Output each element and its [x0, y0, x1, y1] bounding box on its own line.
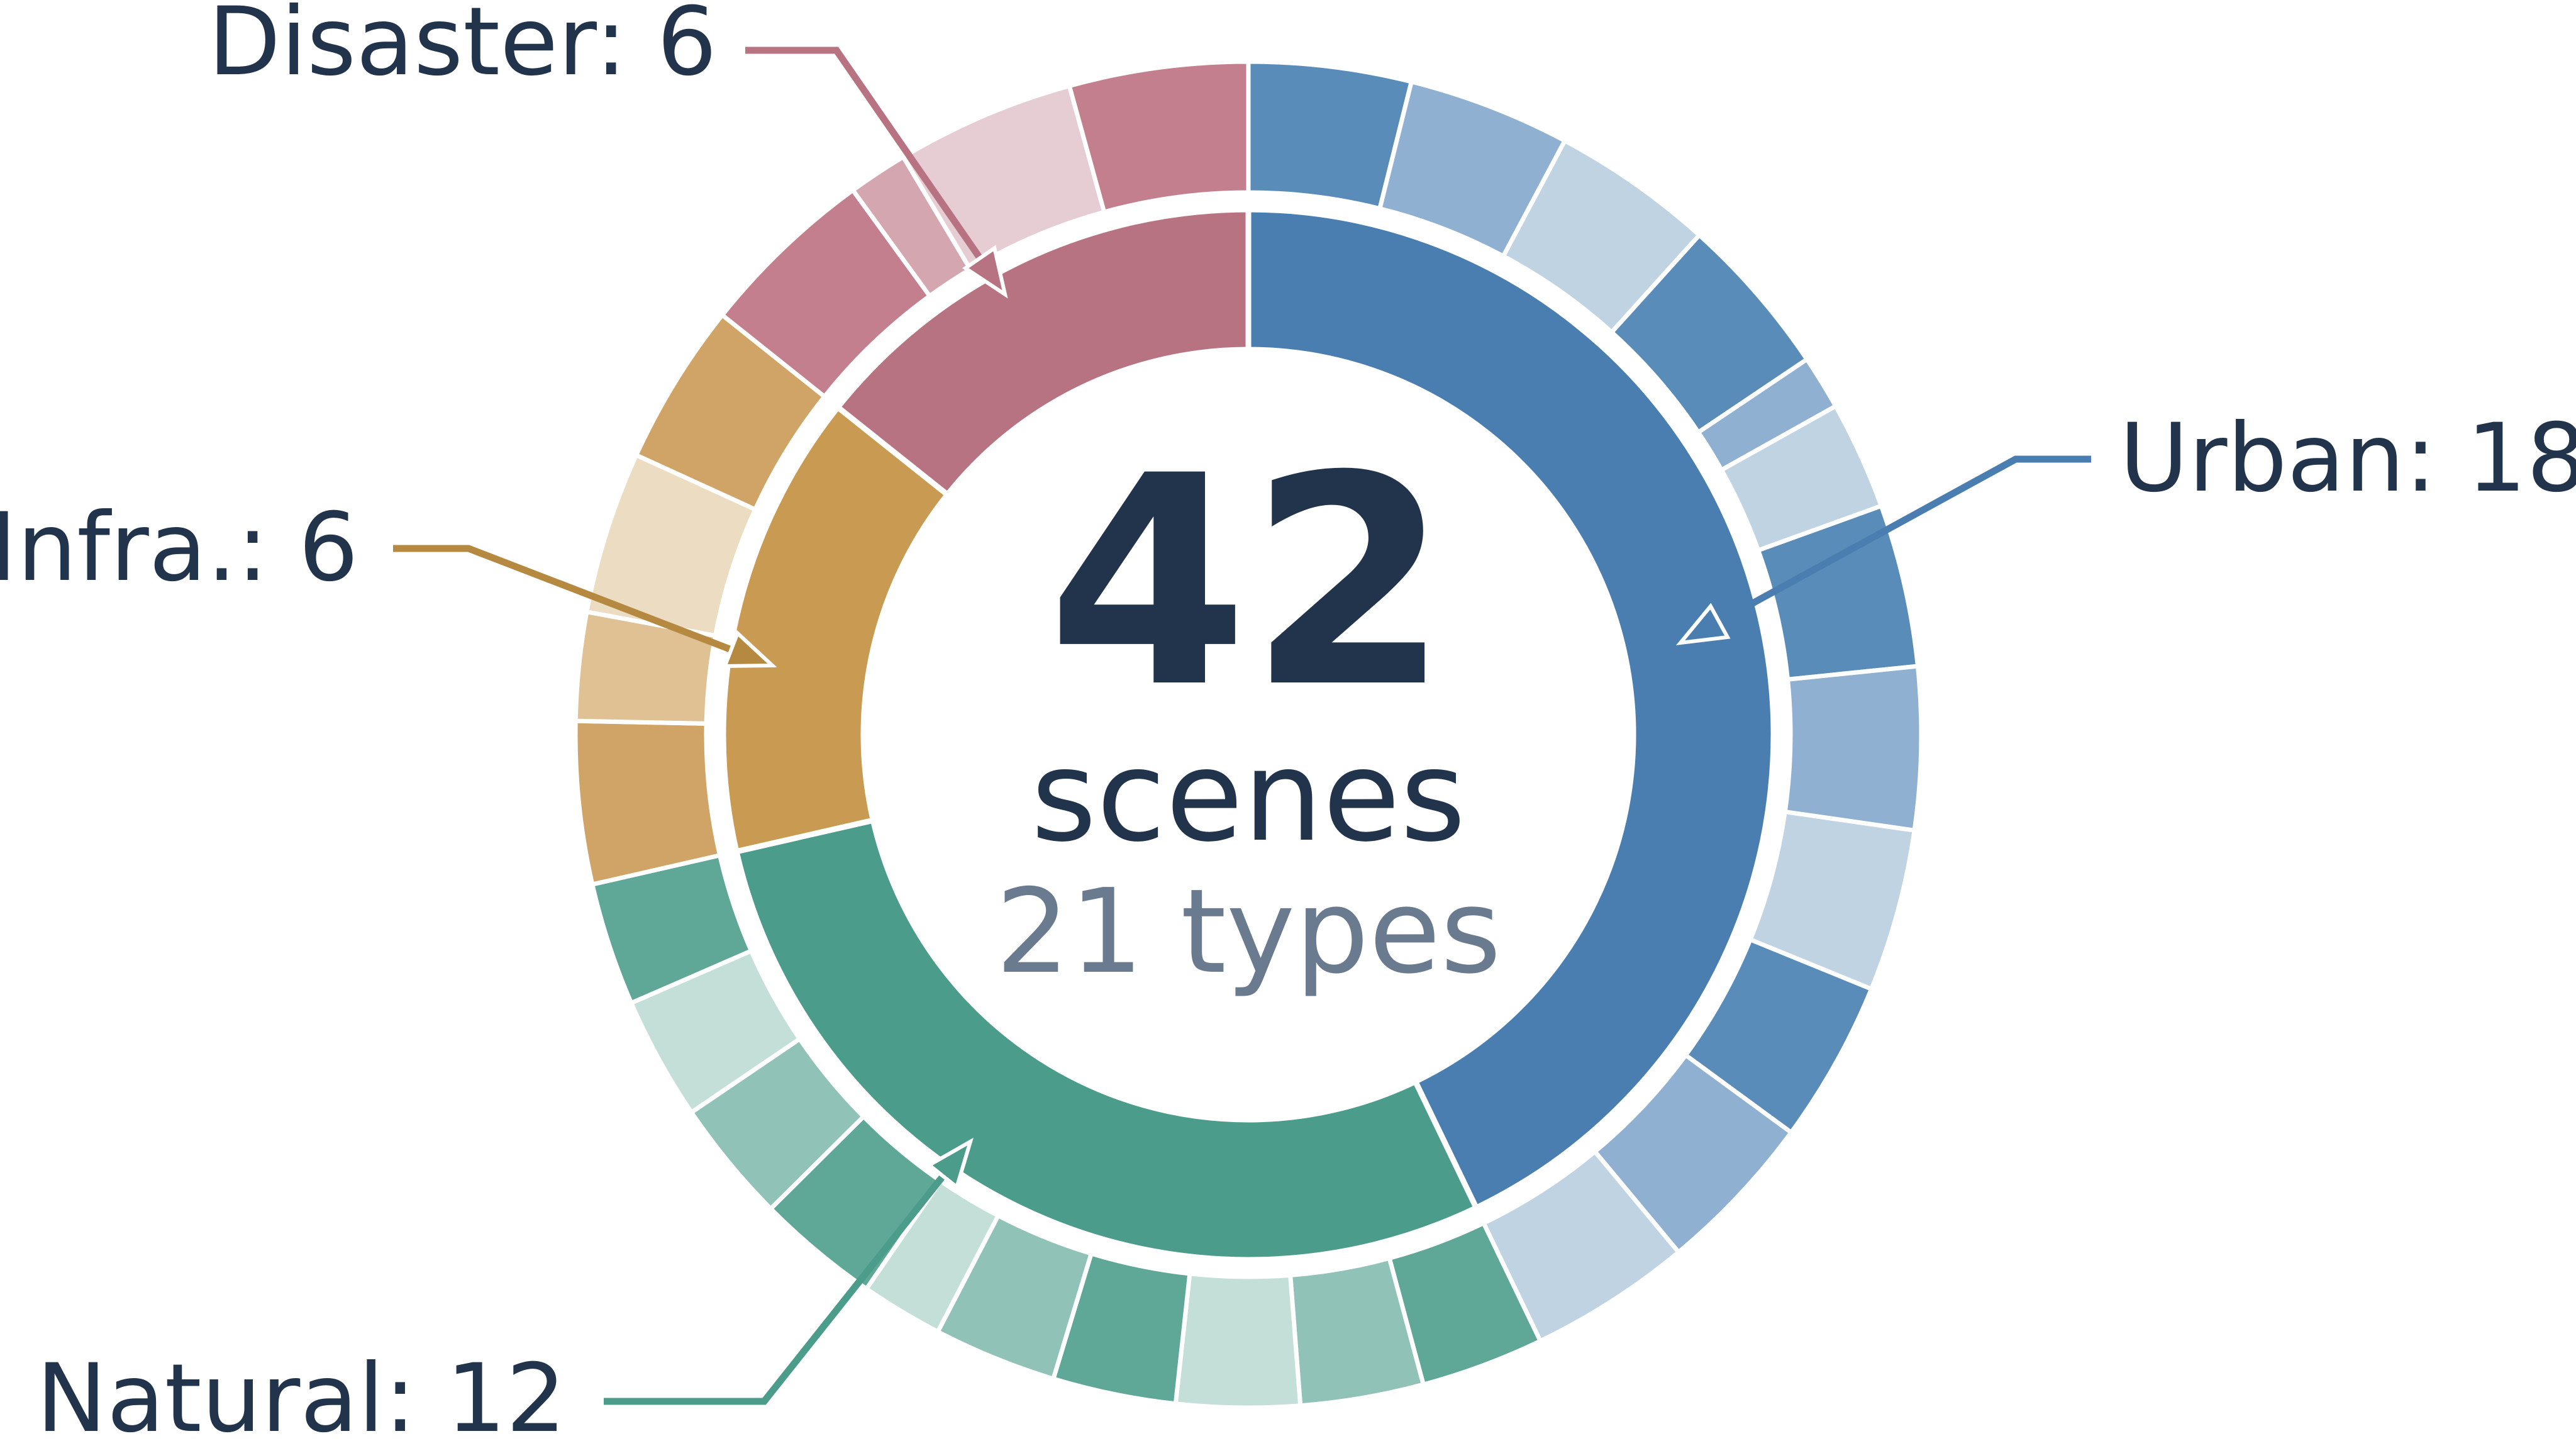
outer-slice-natural-3 [1173, 1271, 1303, 1410]
outer-slice-disaster-4 [1067, 59, 1251, 215]
outer-slice-urban-8 [1782, 664, 1924, 833]
outer-slice-infra-1 [573, 718, 723, 887]
center-count: 42 [1047, 414, 1450, 751]
label-urban: Urban: 18 [2119, 404, 2576, 513]
nested-donut-chart: 42 scenes 21 types Disaster: 6 Urban: 18… [0, 0, 2576, 1441]
center-subtitle: 21 types [996, 864, 1501, 999]
label-natural: Natural: 12 [36, 1344, 566, 1441]
label-disaster: Disaster: 6 [208, 0, 717, 97]
center-unit: scenes [1031, 723, 1465, 870]
label-infra: Infra.: 6 [0, 493, 358, 603]
